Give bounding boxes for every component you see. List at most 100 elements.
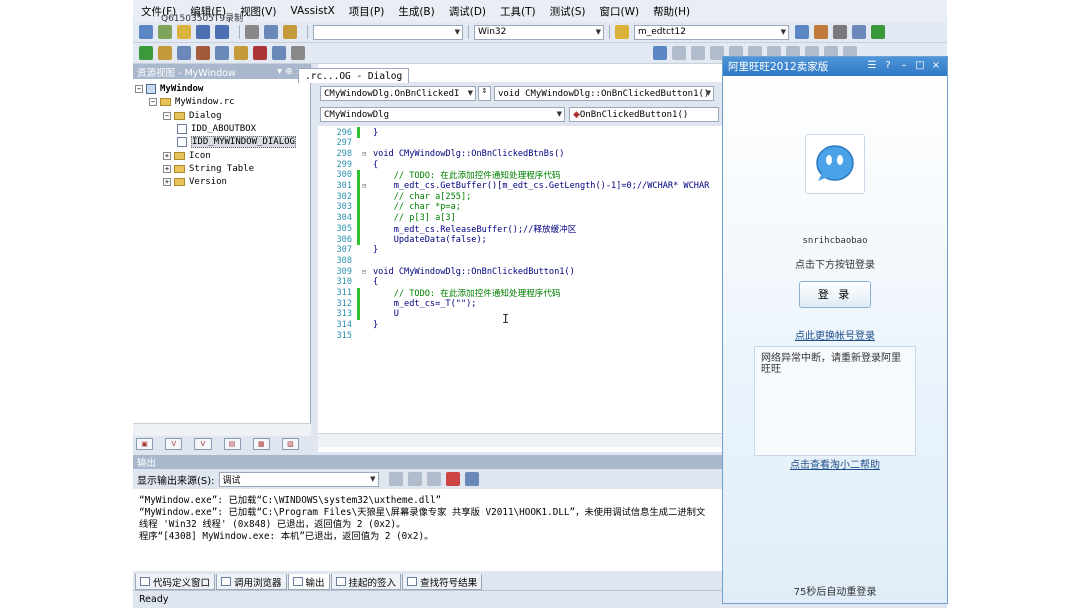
solution-explorer-tab[interactable]: ▣ bbox=[136, 438, 154, 450]
tree-item[interactable]: + Icon bbox=[163, 149, 211, 162]
code-line[interactable]: 302 // char a[255]; bbox=[318, 191, 722, 203]
code-line[interactable]: 315 bbox=[318, 330, 722, 341]
output-source-combo[interactable]: 调试 ▼ bbox=[218, 471, 379, 487]
tree-item[interactable]: IDD_MYWINDOW_DIALOG bbox=[177, 135, 296, 148]
save-all-icon[interactable] bbox=[215, 25, 229, 39]
center-horizontal-icon[interactable] bbox=[253, 46, 267, 60]
tree-expander-icon[interactable]: + bbox=[163, 164, 171, 173]
code-line[interactable]: 297 bbox=[318, 138, 722, 149]
start-page-icon[interactable] bbox=[871, 25, 885, 39]
nav-spin-button[interactable]: ⇕ bbox=[478, 86, 491, 101]
code-line[interactable]: 306 UpdateData(false); bbox=[318, 234, 722, 245]
center-vertical-icon[interactable] bbox=[234, 46, 248, 60]
help-link[interactable]: 点击查看淘小二帮助 bbox=[723, 456, 947, 471]
platform-combo[interactable]: Win32 ▼ bbox=[474, 24, 604, 40]
code-line[interactable]: 300 // TODO: 在此添加控件通知处理程序代码 bbox=[318, 169, 722, 181]
bottom-tab[interactable]: 输出 bbox=[287, 574, 330, 590]
menu-item[interactable]: 生成(B) bbox=[398, 4, 434, 19]
tree-item[interactable]: − Dialog bbox=[163, 109, 222, 122]
fold-toggle-icon[interactable]: ⊟ bbox=[362, 268, 371, 276]
solution-config-combo[interactable]: ▼ bbox=[313, 24, 463, 40]
next-message-icon[interactable] bbox=[426, 472, 441, 486]
resource-view-tab[interactable]: ▤ bbox=[223, 438, 241, 450]
editor-hscroll[interactable] bbox=[318, 433, 722, 447]
tree-expander-icon[interactable]: − bbox=[163, 111, 171, 120]
tree-expander-icon[interactable]: + bbox=[163, 177, 171, 186]
find-icon[interactable] bbox=[615, 25, 629, 39]
tree-expander-icon[interactable]: − bbox=[149, 97, 157, 106]
menu-item[interactable]: 帮助(H) bbox=[653, 4, 690, 19]
word-wrap-icon[interactable] bbox=[464, 472, 479, 486]
resource-view-title[interactable]: 资源视图 - MyWindow ▾ ⊕ × bbox=[133, 64, 310, 79]
bottom-tab[interactable]: 查找符号结果 bbox=[402, 574, 483, 590]
tree-item[interactable]: − MyWindow.rc bbox=[149, 95, 235, 108]
code-editor[interactable]: 296} 297 298 ⊟ void CMyWindowDlg::OnBnClicke… bbox=[318, 126, 722, 433]
tree-expander-icon[interactable]: − bbox=[135, 84, 143, 93]
maximize-icon[interactable]: □ bbox=[913, 59, 927, 73]
output-tab-icon[interactable]: ▧ bbox=[281, 438, 300, 450]
code-line[interactable]: 296} bbox=[318, 127, 722, 138]
code-line[interactable]: 311 // TODO: 在此添加控件通知处理程序代码 bbox=[318, 287, 722, 299]
code-line[interactable]: 298 ⊟ void CMyWindowDlg::OnBnClickedBtnBs(… bbox=[318, 148, 722, 159]
properties-icon[interactable] bbox=[814, 25, 828, 39]
avatar[interactable] bbox=[805, 134, 865, 194]
copy-icon[interactable] bbox=[264, 25, 278, 39]
bottom-tab[interactable]: 挂起的签入 bbox=[330, 574, 402, 590]
solution-explorer-icon[interactable] bbox=[795, 25, 809, 39]
code-line[interactable]: 313 U bbox=[318, 308, 722, 320]
tab-order-icon[interactable] bbox=[653, 46, 667, 60]
tree-expander-icon[interactable]: + bbox=[163, 151, 171, 160]
code-line[interactable]: 314} bbox=[318, 320, 722, 331]
menu-item[interactable]: 测试(S) bbox=[550, 4, 586, 19]
menu-item[interactable]: 工具(T) bbox=[500, 4, 536, 19]
login-button[interactable]: 登 录 bbox=[799, 281, 871, 308]
align-top-icon[interactable] bbox=[196, 46, 210, 60]
menu-item[interactable]: 窗口(W) bbox=[599, 4, 639, 19]
menu-item[interactable]: 调试(D) bbox=[449, 4, 486, 19]
code-line[interactable]: 307} bbox=[318, 245, 722, 256]
ww-title-bar[interactable]: 阿里旺旺2012卖家版 ☰ ? – □ × bbox=[723, 57, 947, 76]
scope-combo[interactable]: CMyWindowDlg.OnBnClickedI ▼ bbox=[320, 86, 476, 101]
find-combo[interactable]: m_edtct12 ▼ bbox=[634, 24, 789, 40]
tree-item[interactable]: + Version bbox=[163, 175, 227, 188]
tree-item[interactable]: IDD_ABOUTBOX bbox=[177, 122, 256, 135]
team-explorer-tab[interactable]: ▦ bbox=[252, 438, 270, 450]
align-right-icon[interactable] bbox=[177, 46, 191, 60]
code-line[interactable]: 309 ⊟ void CMyWindowDlg::OnBnClickedButton… bbox=[318, 266, 722, 277]
code-line[interactable]: 301 ⊟ m_edt_cs.GetBuffer()[m_edt_cs.GetLe… bbox=[318, 180, 722, 192]
class-view-icon[interactable] bbox=[852, 25, 866, 39]
space-down-icon[interactable] bbox=[291, 46, 305, 60]
menu-item[interactable]: 项目(P) bbox=[349, 4, 385, 19]
close-icon[interactable]: × bbox=[929, 59, 943, 73]
clear-all-icon[interactable] bbox=[445, 472, 460, 486]
member-combo[interactable]: ◆ OnBnClickedButton1() bbox=[569, 107, 719, 122]
minimize-icon[interactable]: – bbox=[897, 59, 911, 73]
new-project-icon[interactable] bbox=[139, 25, 153, 39]
class-view-tab[interactable]: V bbox=[165, 438, 183, 450]
help-icon[interactable]: ? bbox=[881, 59, 895, 73]
open-icon[interactable] bbox=[177, 25, 191, 39]
property-tab[interactable]: V bbox=[194, 438, 212, 450]
space-across-icon[interactable] bbox=[272, 46, 286, 60]
add-item-icon[interactable] bbox=[158, 25, 172, 39]
align-bottom-icon[interactable] bbox=[215, 46, 229, 60]
guides-icon[interactable] bbox=[691, 46, 705, 60]
document-tab[interactable]: .rc...OG - Dialog bbox=[298, 68, 410, 83]
class-combo[interactable]: CMyWindowDlg ▼ bbox=[320, 107, 565, 122]
code-line[interactable]: 305 m_edt_cs.ReleaseBuffer();//释放缓冲区 bbox=[318, 223, 722, 235]
code-line[interactable]: 312 m_edt_cs=_T(""); bbox=[318, 298, 722, 310]
test-dialog-icon[interactable] bbox=[139, 46, 153, 60]
grid-icon[interactable] bbox=[672, 46, 686, 60]
find-message-icon[interactable] bbox=[388, 472, 403, 486]
resource-hscroll[interactable] bbox=[133, 423, 311, 437]
switch-account-link[interactable]: 点此更换帐号登录 bbox=[723, 327, 947, 342]
fold-toggle-icon[interactable]: ⊟ bbox=[362, 182, 371, 190]
prev-message-icon[interactable] bbox=[407, 472, 422, 486]
cut-icon[interactable] bbox=[245, 25, 259, 39]
align-left-icon[interactable] bbox=[158, 46, 172, 60]
save-icon[interactable] bbox=[196, 25, 210, 39]
tree-item[interactable]: − MyWindow bbox=[135, 82, 203, 95]
menu-icon[interactable]: ☰ bbox=[865, 59, 879, 73]
menu-item[interactable]: VAssistX bbox=[290, 5, 334, 17]
tree-item[interactable]: + String Table bbox=[163, 162, 254, 175]
